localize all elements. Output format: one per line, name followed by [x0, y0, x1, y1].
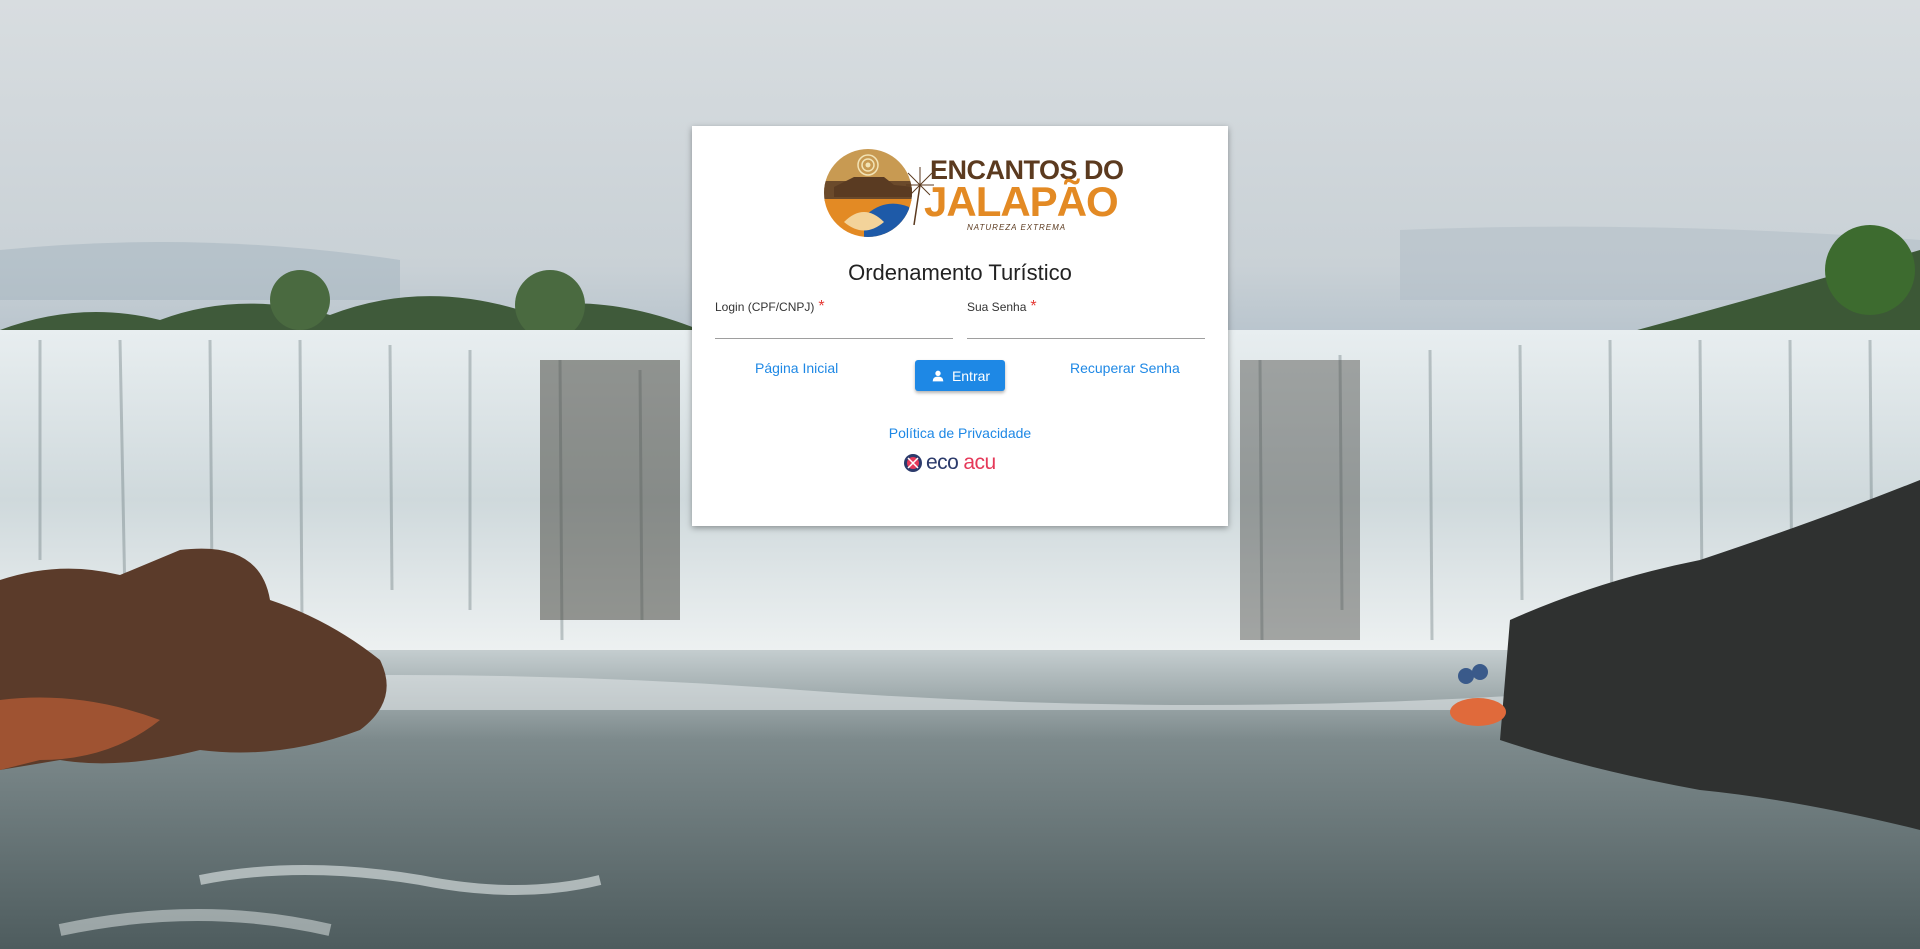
- logo-tagline: NATUREZA EXTREMA: [967, 223, 1067, 232]
- logo-line-2: JALAPÃO: [924, 178, 1119, 225]
- recover-password-link[interactable]: Recuperar Senha: [1070, 360, 1180, 376]
- privacy-row: Política de Privacidade: [692, 425, 1228, 443]
- password-field: Sua Senha *: [967, 298, 1205, 339]
- ecoacu-word-2: acu: [963, 451, 996, 474]
- ecoacu-emblem-icon: [904, 454, 922, 472]
- ecoacu-logo: eco acu: [903, 451, 1017, 475]
- login-label: Login (CPF/CNPJ): [715, 300, 815, 314]
- password-required-mark: *: [1030, 298, 1037, 315]
- login-required-mark: *: [818, 298, 825, 315]
- password-label: Sua Senha: [967, 300, 1027, 314]
- login-card: ENCANTOS DO JALAPÃO NATUREZA EXTREMA Ord…: [692, 126, 1228, 526]
- password-input[interactable]: [967, 318, 1205, 339]
- login-field: Login (CPF/CNPJ) *: [715, 298, 953, 339]
- login-input[interactable]: [715, 318, 953, 339]
- person-icon: [932, 370, 944, 381]
- login-button[interactable]: Entrar: [915, 360, 1005, 391]
- page-title: Ordenamento Turístico: [848, 260, 1072, 285]
- ecoacu-word-1: eco: [926, 451, 959, 474]
- privacy-policy-link[interactable]: Política de Privacidade: [889, 425, 1031, 441]
- home-link[interactable]: Página Inicial: [755, 360, 838, 376]
- login-button-label: Entrar: [951, 367, 991, 384]
